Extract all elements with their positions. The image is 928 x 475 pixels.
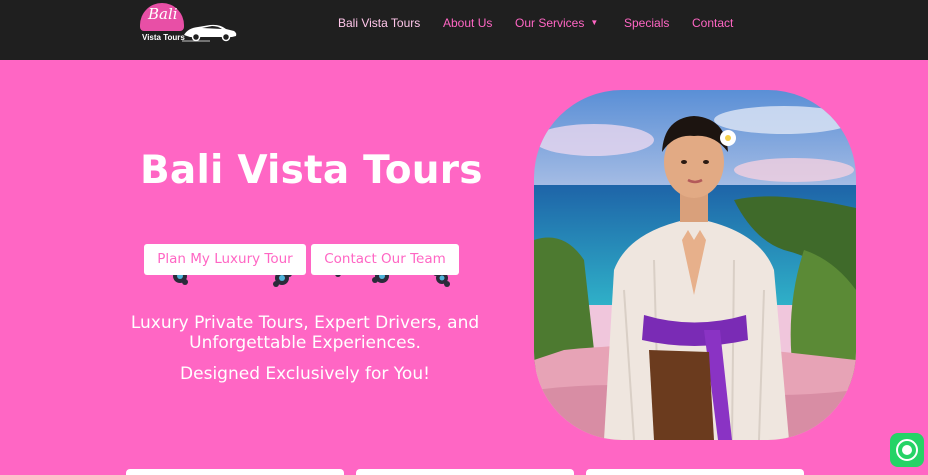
hero-photo-balinese-woman xyxy=(534,90,856,440)
nav-item-home[interactable]: Bali Vista Tours xyxy=(338,16,420,30)
nav-item-specials[interactable]: Specials xyxy=(624,16,669,30)
nav-item-about[interactable]: About Us xyxy=(443,16,492,30)
hero-tagline: Luxury Private Tours, Expert Drivers, an… xyxy=(112,313,498,353)
feature-card[interactable] xyxy=(356,469,574,475)
nav-item-services[interactable]: Our Services ▼ xyxy=(515,16,598,30)
hero-title: Bali Vista Tours xyxy=(140,148,483,193)
site-header: Bali Vista Tours Bali Vista Tours About … xyxy=(0,0,928,60)
logo-title: Bali xyxy=(148,5,178,23)
hero-tagline-line1: Luxury Private Tours, Expert Drivers, an… xyxy=(130,313,480,333)
contact-team-button[interactable]: Contact Our Team xyxy=(311,244,459,275)
car-icon xyxy=(182,24,237,42)
hero-tagline-line2: Unforgettable Experiences. xyxy=(189,333,421,353)
nav-item-contact[interactable]: Contact xyxy=(692,16,733,30)
chevron-down-icon[interactable]: ▼ xyxy=(590,18,598,27)
site-logo[interactable]: Bali Vista Tours xyxy=(138,3,240,47)
whatsapp-button[interactable] xyxy=(890,433,924,467)
feature-card[interactable] xyxy=(126,469,344,475)
hero-subtagline: Designed Exclusively for You! xyxy=(180,364,430,384)
logo-subtitle: Vista Tours xyxy=(142,33,185,42)
plan-tour-button[interactable]: Plan My Luxury Tour xyxy=(144,244,306,275)
whatsapp-icon-handset xyxy=(902,445,912,455)
nav-item-services-label[interactable]: Our Services xyxy=(515,16,584,30)
feature-card[interactable] xyxy=(586,469,804,475)
